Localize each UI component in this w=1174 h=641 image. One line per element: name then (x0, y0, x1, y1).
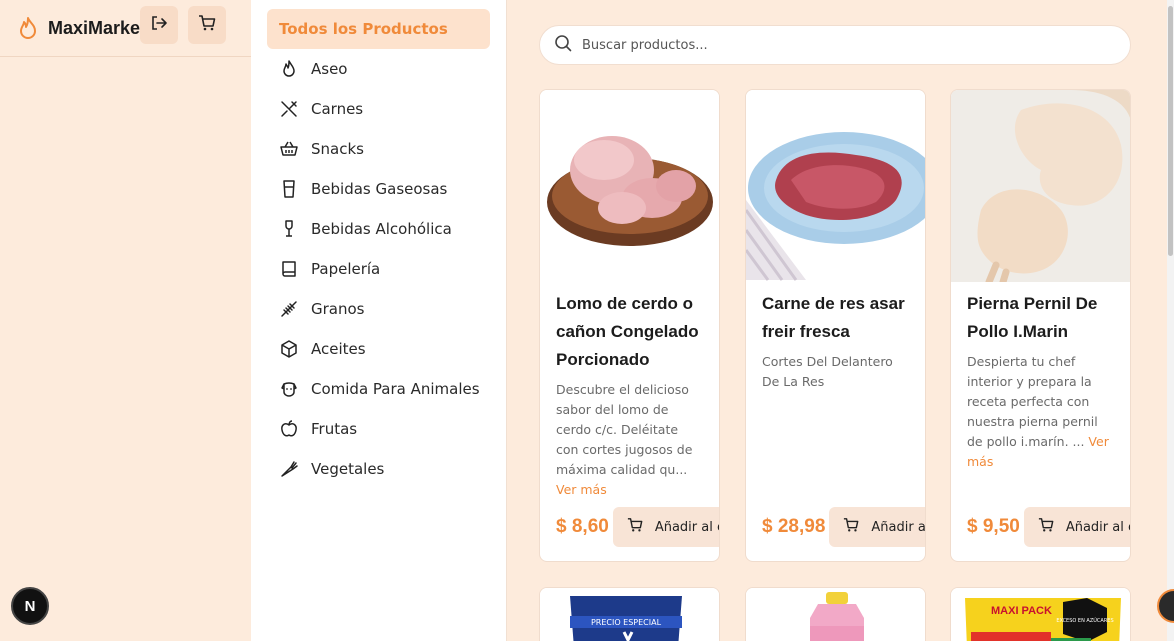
category-label: Frutas (311, 420, 358, 438)
product-card[interactable]: MAXI PACK EXCESO EN AZÚCARES (950, 587, 1131, 641)
category-label: Todos los Productos (279, 20, 448, 38)
description-text: Cortes Del Delantero De La Res (762, 354, 893, 389)
category-label: Snacks (311, 140, 364, 158)
cart-icon (843, 517, 859, 537)
cart-icon (627, 517, 643, 537)
product-image[interactable]: PRECIO ESPECIAL (540, 588, 720, 641)
product-image[interactable] (746, 588, 926, 641)
product-description: Descubre el delicioso sabor del lomo de … (540, 374, 719, 500)
category-label: Bebidas Alcohólica (311, 220, 452, 238)
category-granos[interactable]: Granos (267, 289, 490, 329)
dog-icon (279, 379, 299, 399)
see-more-link[interactable]: Ver más (556, 482, 607, 497)
product-footer: $ 28,98 Añadir al carrito (762, 507, 926, 547)
product-price: $ 28,98 (762, 516, 826, 537)
category-bebidas-gaseosas[interactable]: Bebidas Gaseosas (267, 169, 490, 209)
category-aseo[interactable]: Aseo (267, 49, 490, 89)
product-price: $ 9,50 (967, 516, 1020, 537)
product-title: Carne de res asar freir fresca (762, 294, 905, 341)
add-to-cart-label: Añadir al carrito (654, 519, 719, 535)
add-to-cart-button[interactable]: Añadir al carrito (829, 507, 926, 547)
product-card[interactable]: Lomo de cerdo o cañon Congelado Porciona… (539, 89, 720, 562)
product-title: Lomo de cerdo o cañon Congelado Porciona… (556, 294, 699, 369)
product-image[interactable] (540, 90, 719, 282)
search-bar (539, 25, 1131, 65)
category-label: Aceites (311, 340, 366, 358)
brand-text: MAXI PACK (991, 605, 1052, 617)
category-frutas[interactable]: Frutas (267, 409, 490, 449)
product-image[interactable] (746, 90, 925, 282)
category-label: Bebidas Gaseosas (311, 180, 448, 198)
category-label: Aseo (311, 60, 348, 78)
product-area: Lomo de cerdo o cañon Congelado Porciona… (507, 0, 1167, 641)
flame-icon (18, 16, 38, 40)
box-icon (279, 339, 299, 359)
apple-icon (279, 419, 299, 439)
category-label: Carnes (311, 100, 364, 118)
category-label: Comida Para Animales (311, 380, 480, 398)
add-to-cart-button[interactable]: Añadir al carrito (1023, 507, 1130, 547)
description-text: Despierta tu chef interior y prepara la … (967, 354, 1098, 449)
wine-icon (279, 219, 299, 239)
cart-icon (1038, 517, 1054, 537)
product-description: Cortes Del Delantero De La Res (746, 346, 925, 392)
utensils-icon (279, 99, 299, 119)
category-label: Vegetales (311, 460, 385, 478)
category-vegetales[interactable]: Vegetales (267, 449, 490, 489)
product-card[interactable] (745, 587, 926, 641)
search-icon (554, 34, 572, 56)
logout-icon (150, 14, 168, 36)
cart-icon (198, 14, 216, 36)
category-papeleria[interactable]: Papelería (267, 249, 490, 289)
price-tag-text: PRECIO ESPECIAL (591, 618, 662, 627)
product-price: $ 8,60 (556, 516, 609, 537)
basket-icon (279, 139, 299, 159)
wheat-icon (279, 299, 299, 319)
search-input[interactable] (582, 37, 1102, 53)
cart-button[interactable] (188, 6, 226, 44)
category-bebidas-alcoholica[interactable]: Bebidas Alcohólica (267, 209, 490, 249)
category-sidebar: Todos los Productos Aseo Carnes Snacks B… (251, 0, 507, 641)
description-text: Descubre el delicioso sabor del lomo de … (556, 382, 693, 477)
category-carnes[interactable]: Carnes (267, 89, 490, 129)
add-to-cart-label: Añadir al carrito (871, 519, 926, 535)
carrot-icon (279, 459, 299, 479)
product-card[interactable]: Pierna Pernil De Pollo I.Marin Despierta… (950, 89, 1131, 562)
logout-button[interactable] (140, 6, 178, 44)
category-aceites[interactable]: Aceites (267, 329, 490, 369)
warning-label: EXCESO EN AZÚCARES (1056, 617, 1113, 624)
category-comida-animales[interactable]: Comida Para Animales (267, 369, 490, 409)
category-label: Granos (311, 300, 365, 318)
page-scrollbar[interactable] (1167, 0, 1174, 641)
product-description: Despierta tu chef interior y prepara la … (951, 346, 1130, 472)
add-to-cart-button[interactable]: Añadir al carrito (612, 507, 719, 547)
brand-name[interactable]: MaxiMarket (48, 18, 146, 39)
book-icon (279, 259, 299, 279)
category-snacks[interactable]: Snacks (267, 129, 490, 169)
scrollbar-thumb[interactable] (1168, 6, 1173, 256)
category-todos[interactable]: Todos los Productos (267, 9, 490, 49)
flame-icon (279, 59, 299, 79)
dev-tools-badge[interactable]: N (11, 587, 49, 625)
add-to-cart-label: Añadir al carrito (1065, 519, 1130, 535)
product-card[interactable]: PRECIO ESPECIAL (539, 587, 720, 641)
cup-icon (279, 179, 299, 199)
product-image[interactable]: MAXI PACK EXCESO EN AZÚCARES (951, 588, 1131, 641)
product-footer: $ 9,50 Añadir al carrito (967, 507, 1130, 547)
product-footer: $ 8,60 Añadir al carrito (556, 507, 719, 547)
product-image[interactable] (951, 90, 1130, 282)
product-card[interactable]: Carne de res asar freir fresca Cortes De… (745, 89, 926, 562)
category-label: Papelería (311, 260, 381, 278)
product-title: Pierna Pernil De Pollo I.Marin (967, 294, 1098, 341)
